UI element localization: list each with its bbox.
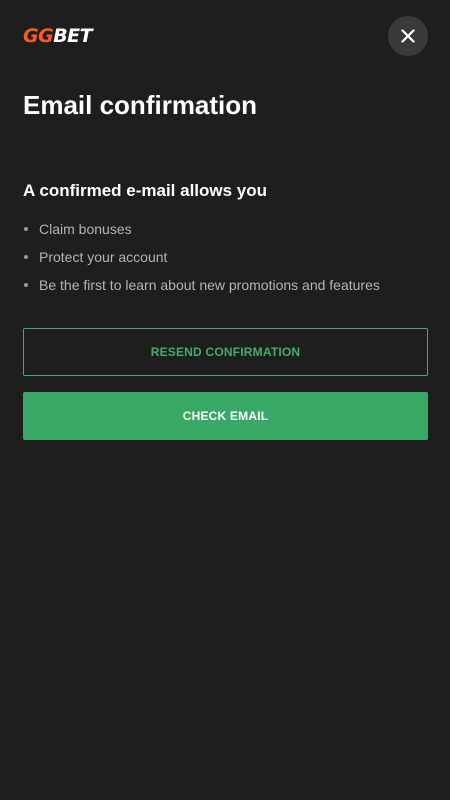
bullet-icon [24, 227, 28, 231]
email-confirmation-screen: GGBET Email confirmation A confirmed e-m… [0, 0, 450, 800]
benefit-label: Be the first to learn about new promotio… [39, 277, 380, 293]
benefit-label: Protect your account [39, 249, 168, 265]
resend-confirmation-button[interactable]: RESEND CONFIRMATION [23, 328, 428, 376]
resend-confirmation-label: RESEND CONFIRMATION [150, 345, 301, 359]
check-email-button[interactable]: CHECK EMAIL [23, 392, 428, 440]
benefit-item-promotions: Be the first to learn about new promotio… [23, 274, 428, 302]
benefit-label: Claim bonuses [39, 221, 132, 237]
benefit-item-protect-account: Protect your account [23, 246, 428, 274]
logo-gg: GG [23, 25, 54, 47]
bullet-icon [24, 283, 28, 287]
bullet-icon [24, 255, 28, 259]
close-icon [401, 29, 415, 43]
page-title: Email confirmation [23, 90, 258, 120]
benefits-heading: A confirmed e-mail allows you [23, 181, 268, 200]
ggbet-logo[interactable]: GGBET [23, 25, 93, 47]
benefit-item-claim-bonuses: Claim bonuses [23, 218, 428, 246]
check-email-label: CHECK EMAIL [182, 409, 269, 423]
header: GGBET [23, 16, 428, 56]
close-button[interactable] [388, 16, 428, 56]
logo-bet: BET [53, 25, 93, 47]
benefits-list: Claim bonuses Protect your account Be th… [23, 218, 428, 302]
